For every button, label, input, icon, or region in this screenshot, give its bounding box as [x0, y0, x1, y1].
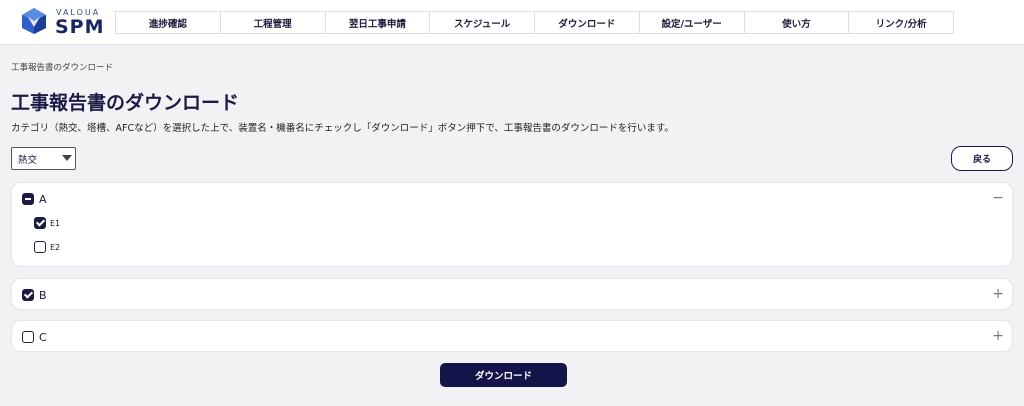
unchecked-checkbox-icon[interactable] [22, 331, 34, 343]
expand-icon[interactable]: + [992, 286, 1004, 302]
checked-checkbox-icon[interactable] [22, 289, 34, 301]
expand-icon[interactable]: + [992, 328, 1004, 344]
item-label-e2: E2 [50, 242, 61, 252]
checked-checkbox-icon[interactable] [34, 217, 46, 229]
category-select-value: 熱交 [18, 154, 38, 166]
nav-progress[interactable]: 進捗確認 [116, 12, 221, 33]
group-header-a[interactable]: A [22, 191, 47, 207]
group-label-c: C [39, 330, 47, 344]
indeterminate-checkbox-icon[interactable] [22, 193, 34, 205]
unchecked-checkbox-icon[interactable] [34, 241, 46, 253]
nav-process[interactable]: 工程管理 [221, 12, 326, 33]
download-button[interactable]: ダウンロード [440, 363, 567, 387]
group-panel-a: A − E1 E2 [11, 182, 1013, 267]
nav-links-analysis[interactable]: リンク/分析 [849, 12, 953, 33]
back-button[interactable]: 戻る [951, 146, 1013, 171]
group-panel-b: B + [11, 278, 1013, 310]
nav-how-to-use[interactable]: 使い方 [745, 12, 850, 33]
logo-mark-icon [22, 8, 46, 34]
group-header-b[interactable]: B [22, 287, 47, 303]
valoua-spm-logo[interactable]: VALOUA SPM [20, 7, 110, 39]
category-select[interactable]: 熱交 [11, 147, 76, 170]
group-header-c[interactable]: C [22, 329, 47, 345]
item-row-e2[interactable]: E2 [34, 240, 60, 254]
page-title: 工事報告書のダウンロード [11, 92, 240, 114]
item-label-e1: E1 [50, 218, 61, 228]
collapse-icon[interactable]: − [992, 190, 1004, 206]
main-nav: 進捗確認 工程管理 翌日工事申請 スケジュール ダウンロード 設定/ユーザー 使… [115, 11, 954, 34]
nav-schedule[interactable]: スケジュール [430, 12, 535, 33]
nav-settings-users[interactable]: 設定/ユーザー [640, 12, 745, 33]
page-description: カテゴリ（熱交、塔槽、AFCなど）を選択した上で、装置名・機番名にチェックし「ダ… [11, 123, 674, 134]
top-header: VALOUA SPM 進捗確認 工程管理 翌日工事申請 スケジュール ダウンロー… [0, 0, 1024, 45]
caret-down-icon [62, 155, 72, 161]
group-label-b: B [39, 288, 47, 302]
nav-next-day-request[interactable]: 翌日工事申請 [326, 12, 431, 33]
item-row-e1[interactable]: E1 [34, 216, 60, 230]
group-label-a: A [39, 192, 47, 206]
nav-download[interactable]: ダウンロード [535, 12, 640, 33]
logo-main-text: SPM [55, 16, 105, 38]
breadcrumb: 工事報告書のダウンロード [11, 63, 114, 73]
group-panel-c: C + [11, 320, 1013, 352]
